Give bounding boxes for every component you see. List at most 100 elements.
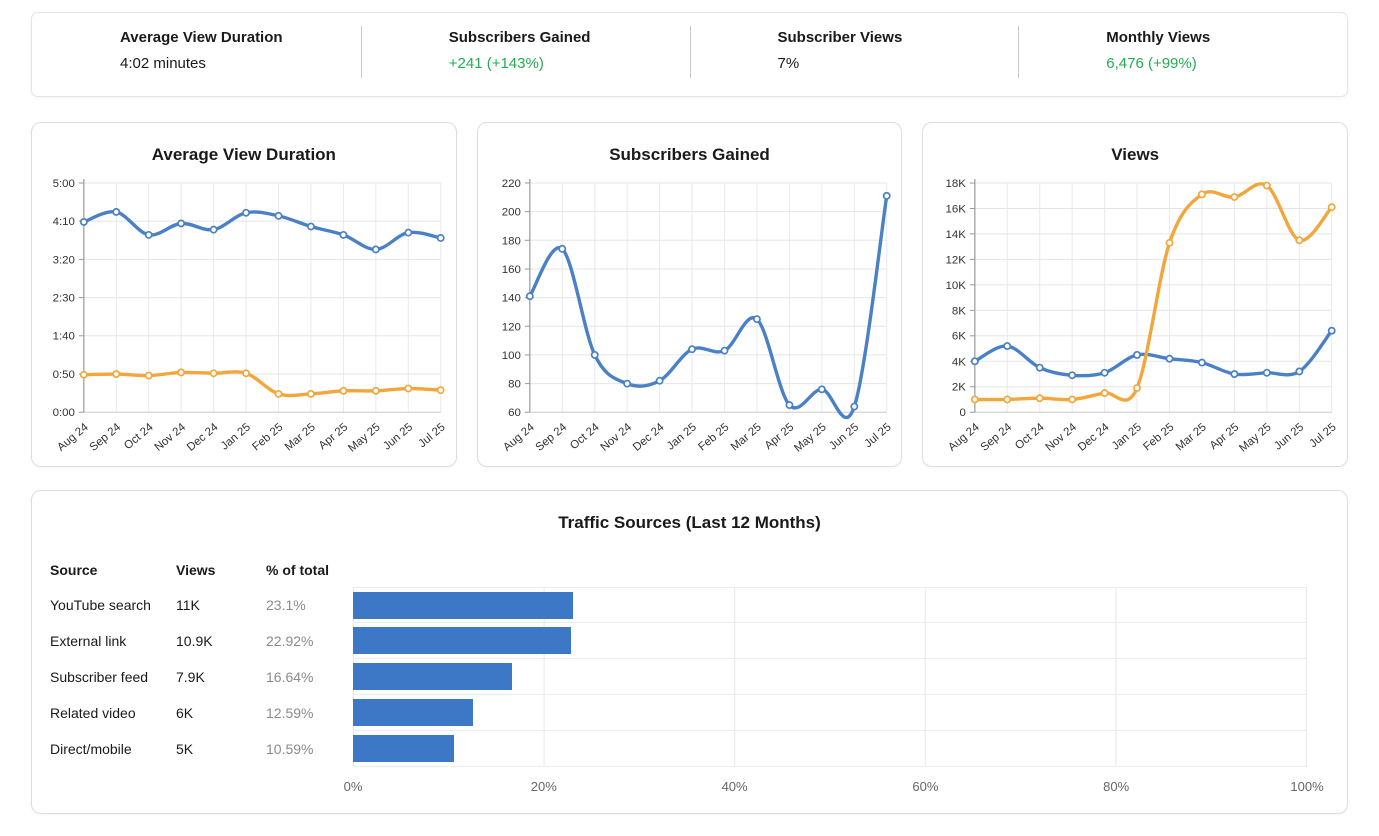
svg-text:Jun 25: Jun 25 — [827, 421, 861, 452]
axis-tick-label: 80% — [1103, 779, 1130, 794]
chart-card-views: Views 18K 16K 14K 12K 10K 8K 6K 4K 2K 0 Aug 24 Sep … — [922, 122, 1349, 467]
svg-text:Sep 24: Sep 24 — [533, 421, 569, 454]
svg-text:Feb 25: Feb 25 — [1142, 421, 1177, 453]
views-line-chart: 18K 16K 14K 12K 10K 8K 6K 4K 2K 0 Aug 24Sep 24Oct … — [946, 178, 1339, 455]
svg-text:6K: 6K — [952, 331, 966, 343]
traffic-source-label: External link — [50, 633, 127, 649]
stat-value: 7% — [777, 55, 800, 72]
traffic-source-label: YouTube search — [50, 597, 151, 613]
svg-text:4K: 4K — [952, 356, 966, 368]
stat-label: Subscriber Views — [777, 29, 903, 46]
svg-text:May 25: May 25 — [792, 421, 828, 454]
chart-title: Traffic Sources (Last 12 Months) — [558, 513, 821, 532]
svg-text:2:30: 2:30 — [53, 293, 75, 305]
svg-text:Dec 24: Dec 24 — [185, 421, 221, 454]
traffic-views-value: 7.9K — [176, 669, 205, 685]
traffic-sources-table: Source Views % of total YouTube search 11… — [50, 557, 1307, 767]
traffic-bar-cell — [353, 695, 1307, 731]
traffic-bar-cell — [353, 659, 1307, 695]
svg-text:Nov 24: Nov 24 — [153, 421, 189, 454]
stat-card-subscriber-views: Subscriber Views 7% — [689, 13, 1019, 96]
traffic-percent-value: 23.1% — [266, 597, 306, 613]
traffic-percent-value: 16.64% — [266, 669, 314, 685]
traffic-views-value: 11K — [176, 597, 200, 613]
svg-text:Feb 25: Feb 25 — [696, 421, 731, 453]
traffic-bar-cell — [353, 587, 1307, 623]
chart-title: Average View Duration — [151, 145, 336, 164]
traffic-percent-value: 10.59% — [266, 741, 314, 757]
traffic-percent-value: 12.59% — [266, 705, 314, 721]
svg-text:16K: 16K — [946, 203, 967, 215]
svg-text:Oct 24: Oct 24 — [568, 421, 602, 452]
stat-value: 6,476 (+99%) — [1106, 55, 1197, 72]
chart-title: Subscribers Gained — [609, 145, 770, 164]
svg-text:10K: 10K — [946, 280, 967, 292]
column-header-bars — [353, 578, 1307, 587]
svg-text:Jan 25: Jan 25 — [1110, 421, 1144, 452]
stat-label: Average View Duration — [120, 29, 283, 46]
svg-text:14K: 14K — [946, 229, 967, 241]
svg-text:Feb 25: Feb 25 — [250, 421, 285, 453]
chart-card-average-view-duration: Average View Duration 5:00 4:10 3:20 2:30 1:… — [31, 122, 457, 467]
svg-text:4:10: 4:10 — [53, 216, 75, 228]
svg-text:Nov 24: Nov 24 — [598, 421, 634, 454]
svg-text:Jun 25: Jun 25 — [1273, 421, 1307, 452]
svg-text:Oct 24: Oct 24 — [1013, 421, 1047, 452]
traffic-sources-card: Traffic Sources (Last 12 Months) Source … — [31, 490, 1348, 814]
svg-text:Dec 24: Dec 24 — [631, 421, 667, 454]
traffic-source-label: Direct/mobile — [50, 741, 132, 757]
svg-text:200: 200 — [501, 207, 520, 219]
svg-text:Mar 25: Mar 25 — [728, 421, 763, 453]
stat-label: Subscribers Gained — [448, 29, 591, 46]
stat-value: 4:02 minutes — [120, 55, 206, 72]
svg-text:Dec 24: Dec 24 — [1076, 421, 1112, 454]
column-header-views: Views — [176, 562, 216, 578]
traffic-bar — [353, 699, 473, 726]
traffic-bar — [353, 663, 512, 690]
svg-text:120: 120 — [501, 321, 520, 333]
stat-label: Monthly Views — [1106, 29, 1211, 46]
chart-card-subscribers-gained: Subscribers Gained 220 200 180 160 140 120 100… — [476, 122, 903, 467]
svg-text:May 25: May 25 — [1238, 421, 1274, 454]
svg-text:18K: 18K — [946, 178, 967, 190]
traffic-percent-value: 22.92% — [266, 633, 314, 649]
svg-text:Sep 24: Sep 24 — [88, 421, 124, 454]
traffic-bar — [353, 591, 574, 619]
axis-tick-label: 60% — [912, 779, 939, 794]
svg-text:2K: 2K — [952, 382, 966, 394]
svg-text:180: 180 — [501, 235, 520, 247]
svg-text:12K: 12K — [946, 254, 967, 266]
svg-text:Aug 24: Aug 24 — [501, 421, 537, 454]
stat-card-average-view-duration: Average View Duration 4:02 minutes — [32, 13, 361, 96]
traffic-bar-cell — [353, 731, 1307, 767]
svg-text:1:40: 1:40 — [53, 331, 75, 343]
svg-text:Jan 25: Jan 25 — [219, 421, 253, 452]
svg-text:140: 140 — [501, 293, 520, 305]
axis-tick-label: 20% — [530, 779, 557, 794]
svg-text:Jun 25: Jun 25 — [381, 421, 415, 452]
traffic-views-value: 5K — [176, 741, 194, 757]
svg-text:Nov 24: Nov 24 — [1044, 421, 1080, 454]
column-header-pct: % of total — [266, 562, 329, 578]
traffic-bar-axis: 0% 20% 40% 60% 80% 100% — [344, 773, 1324, 797]
svg-text:Mar 25: Mar 25 — [1174, 421, 1209, 453]
svg-text:Mar 25: Mar 25 — [283, 421, 318, 453]
traffic-views-value: 6K — [176, 705, 194, 721]
charts-row: Average View Duration 5:00 4:10 3:20 2:30 1:… — [31, 122, 1349, 467]
stat-card-monthly-views: Monthly Views 6,476 (+99%) — [1018, 13, 1347, 96]
subscribers-gained-line-chart: 220 200 180 160 140 120 100 80 60 Aug 24Sep 24Oct… — [501, 178, 893, 455]
traffic-source-label: Subscriber feed — [50, 669, 149, 685]
axis-tick-label: 100% — [1290, 779, 1324, 794]
svg-text:220: 220 — [501, 178, 520, 190]
analytics-dashboard: Average View Duration 4:02 minutes Subsc… — [0, 0, 1379, 814]
svg-text:Jul 25: Jul 25 — [862, 421, 893, 450]
traffic-views-value: 10.9K — [176, 633, 213, 649]
svg-text:160: 160 — [501, 264, 520, 276]
axis-tick-label: 40% — [721, 779, 748, 794]
svg-text:0: 0 — [960, 407, 966, 419]
svg-text:Jul 25: Jul 25 — [416, 421, 447, 450]
svg-text:May 25: May 25 — [346, 421, 382, 454]
svg-text:5:00: 5:00 — [53, 178, 75, 190]
svg-text:100: 100 — [501, 350, 520, 362]
svg-text:Aug 24: Aug 24 — [947, 421, 983, 454]
